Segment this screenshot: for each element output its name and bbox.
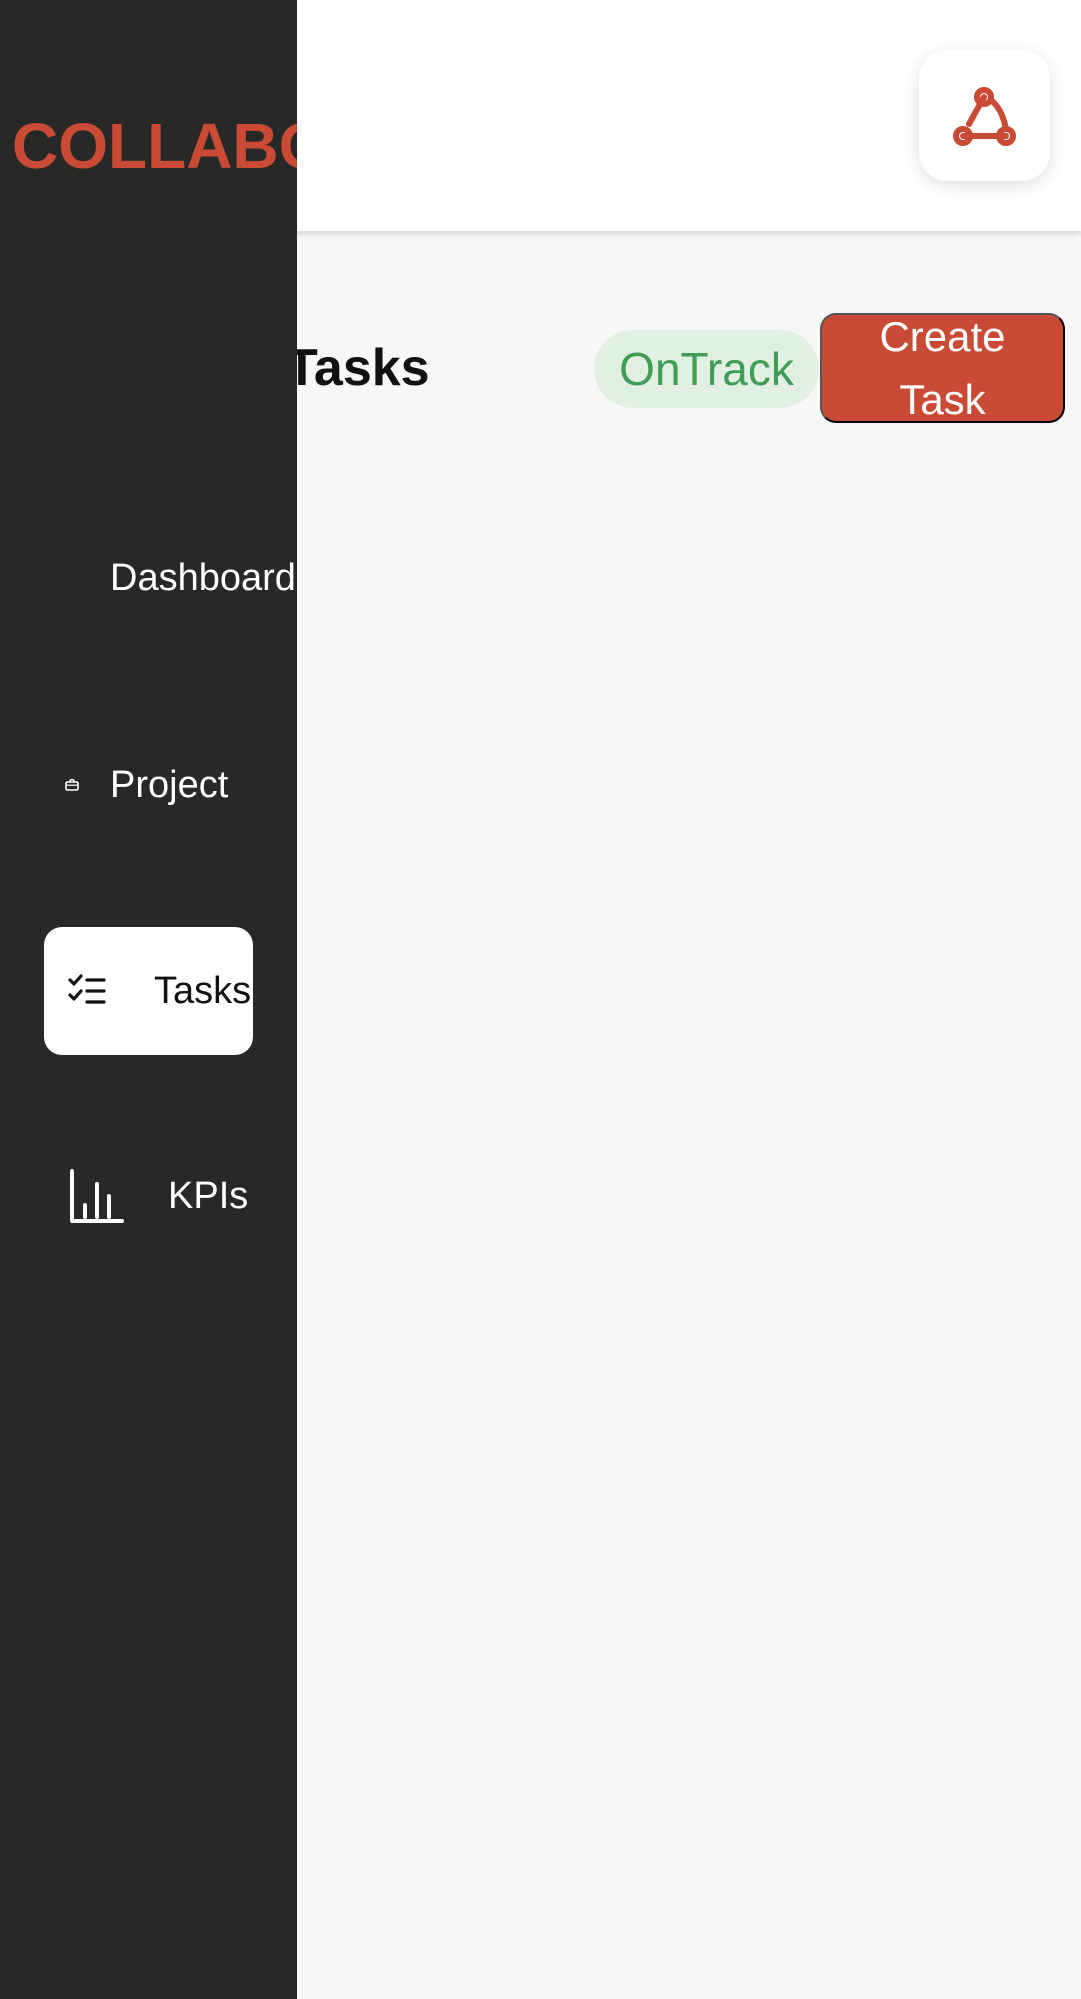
- page-title: Tasks: [286, 339, 430, 397]
- create-task-button[interactable]: Create Task: [820, 313, 1065, 423]
- sidebar-item-label: KPIs: [168, 1174, 249, 1217]
- briefcase-icon: [64, 777, 80, 793]
- bar-chart-icon: [68, 1167, 126, 1225]
- app-root: COLLABO Dashboard Project Tasks KPIs Tas…: [0, 0, 1081, 1999]
- status-badge: OnTrack: [594, 330, 819, 408]
- sidebar-item-label: Tasks: [154, 969, 252, 1012]
- sidebar-item-kpis[interactable]: KPIs: [68, 1166, 248, 1226]
- sidebar: COLLABO Dashboard Project Tasks KPIs: [0, 0, 297, 1999]
- sidebar-item-project[interactable]: Project: [64, 757, 228, 813]
- sidebar-item-label: Project: [110, 763, 229, 806]
- webhook-button[interactable]: [919, 50, 1050, 181]
- sidebar-item-label: Dashboard: [110, 556, 296, 599]
- sidebar-item-tasks[interactable]: Tasks: [44, 927, 253, 1055]
- sidebar-item-dashboard[interactable]: Dashboard: [110, 550, 296, 606]
- checklist-icon: [68, 974, 106, 1008]
- brand-logo-text: COLLABO: [12, 110, 297, 182]
- webhook-icon: [949, 80, 1021, 152]
